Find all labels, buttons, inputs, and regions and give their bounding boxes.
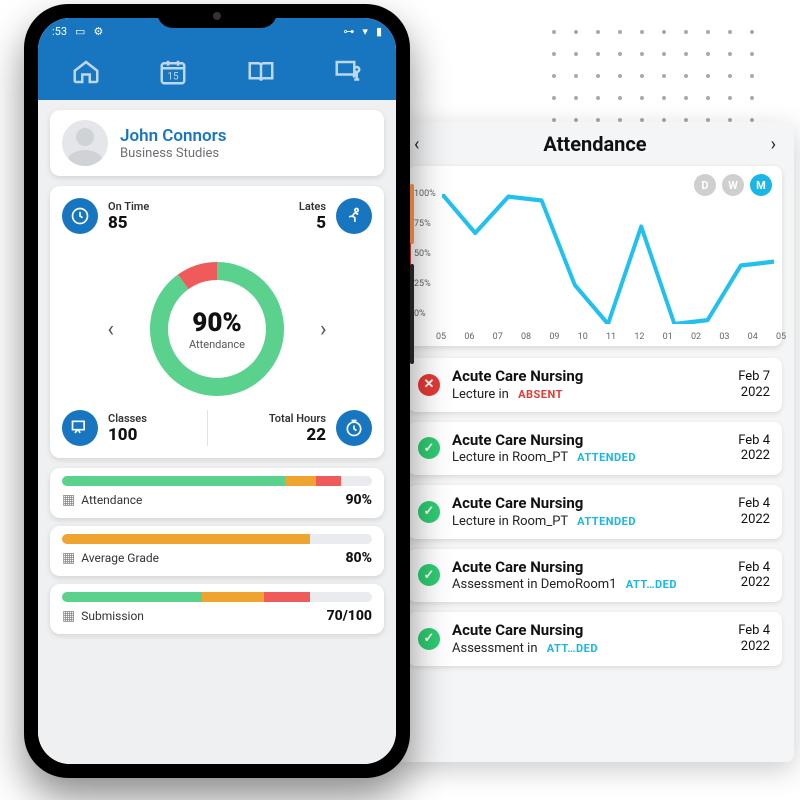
check-icon: ✓: [418, 628, 440, 650]
check-icon: ✓: [418, 437, 440, 459]
attendance-record[interactable]: ✓ Acute Care NursingLecture in Room_PT AT…: [408, 422, 782, 476]
chip-w[interactable]: W: [722, 174, 744, 196]
hours-value: 22: [269, 425, 326, 445]
profile-card: John Connors Business Studies: [50, 110, 384, 176]
check-icon: ✓: [418, 501, 440, 523]
chip-d[interactable]: D: [694, 174, 716, 196]
hours-label: Total Hours: [269, 412, 326, 425]
record-date: Feb 42022: [714, 623, 770, 654]
student-name: John Connors: [120, 126, 227, 146]
record-sub: Assessment in DemoRoom1 ATT…DED: [452, 577, 702, 592]
classes-value: 100: [108, 425, 147, 445]
gear-icon: ⚙: [93, 25, 103, 38]
home-icon[interactable]: [65, 53, 107, 91]
next-chart[interactable]: ›: [320, 317, 327, 342]
bar-icon: ▦: [62, 550, 75, 566]
bar-value: 70/100: [327, 608, 372, 624]
board-icon: [62, 410, 98, 446]
record-title: Acute Care Nursing: [452, 559, 702, 576]
bar-value: 90%: [345, 492, 372, 508]
bar-value: 80%: [345, 550, 372, 566]
running-icon: [336, 198, 372, 234]
lates-value: 5: [299, 213, 326, 233]
record-tag: ATTENDED: [577, 515, 636, 528]
attendance-records: ✕ Acute Care Nursing Lecture in ABSENT Feb …: [396, 356, 794, 688]
bar-card: ▦Average Grade 80%: [50, 526, 384, 576]
bar-label: ▦Submission: [62, 608, 144, 624]
timer-icon: [336, 410, 372, 446]
attendance-record[interactable]: ✓ Acute Care Nursing Lecture in Room_PT AT…: [408, 485, 782, 539]
student-course: Business Studies: [120, 146, 227, 161]
prev-icon[interactable]: ‹: [414, 134, 419, 155]
record-title: Acute Care Nursing: [452, 432, 702, 449]
power-button: [410, 184, 414, 244]
chart-plot: [442, 194, 774, 324]
record-sub: Assessment in ATT…DED: [452, 641, 702, 656]
donut-percent: 90%: [192, 308, 241, 338]
signal-icon: ▮: [376, 25, 382, 38]
book-icon[interactable]: [240, 53, 282, 91]
phone-screen: :53 ▭ ⚙ ⊶ ▾ ▮ 15 John Connors Business S…: [38, 18, 396, 764]
attendance-donut: 90% Attendance: [142, 254, 292, 404]
classes-label: Classes: [108, 412, 147, 425]
record-title: Acute Care Nursing: [452, 368, 702, 385]
ontime-value: 85: [108, 213, 149, 233]
record-sub: Lecture in Room_PT ATTENDED: [452, 514, 702, 529]
battery-icon: ▭: [75, 25, 85, 38]
next-icon[interactable]: ›: [771, 134, 776, 155]
clock-icon: [62, 198, 98, 234]
svg-text:15: 15: [168, 72, 180, 83]
progress-bars: ▦Attendance 90% ▦Average Grade 80% ▦Submissi…: [50, 468, 384, 634]
volume-button: [410, 264, 414, 364]
record-date: Feb 42022: [714, 433, 770, 464]
avatar: [62, 120, 108, 166]
record-sub: Lecture in ABSENT: [452, 387, 702, 402]
record-tag: ABSENT: [518, 388, 563, 401]
bar-icon: ▦: [62, 492, 75, 508]
calendar-icon[interactable]: 15: [152, 53, 194, 91]
attendance-panel: ‹ Attendance › D W M 100%75%50%25%0% 050…: [396, 122, 794, 762]
lates-label: Lates: [299, 200, 326, 213]
device-camera: [213, 12, 221, 20]
record-sub: Lecture in Room_PT ATTENDED: [452, 450, 702, 465]
prev-chart[interactable]: ‹: [107, 317, 114, 342]
panel-title: Attendance: [543, 132, 646, 156]
attendance-chart: D W M 100%75%50%25%0% 050607080910111201…: [408, 166, 782, 346]
device-frame: :53 ▭ ⚙ ⊶ ▾ ▮ 15 John Connors Business S…: [24, 4, 410, 778]
record-date: Feb 72022: [714, 369, 770, 400]
attendance-record[interactable]: ✓ Acute Care NursingAssessment in DemoRoo…: [408, 549, 782, 603]
wifi-icon: ▾: [362, 25, 368, 38]
summary-card: On Time 85 Lates 5 ‹: [50, 186, 384, 458]
record-tag: ATT…DED: [626, 578, 677, 591]
teacher-icon[interactable]: [327, 53, 369, 91]
bar-card: ▦Attendance 90%: [50, 468, 384, 518]
record-title: Acute Care Nursing: [452, 495, 702, 512]
record-date: Feb 42022: [714, 560, 770, 591]
vpn-icon: ⊶: [343, 25, 354, 38]
chip-m[interactable]: M: [750, 174, 772, 196]
donut-label: Attendance: [189, 338, 245, 351]
period-chips: D W M: [694, 174, 772, 196]
attendance-record[interactable]: ✕ Acute Care Nursing Lecture in ABSENT Feb …: [408, 358, 782, 412]
attendance-record[interactable]: ✓ Acute Care Nursing Assessment in ATT…DED…: [408, 612, 782, 666]
bar-card: ▦Submission 70/100: [50, 584, 384, 634]
record-tag: ATT…DED: [547, 642, 598, 655]
tab-bar: 15: [38, 44, 396, 100]
bar-icon: ▦: [62, 608, 75, 624]
record-title: Acute Care Nursing: [452, 622, 702, 639]
ontime-label: On Time: [108, 200, 149, 213]
check-icon: ✓: [418, 564, 440, 586]
bar-label: ▦Attendance: [62, 492, 142, 508]
close-icon: ✕: [418, 374, 440, 396]
record-tag: ATTENDED: [577, 451, 636, 464]
clock: :53: [52, 25, 67, 38]
record-date: Feb 42022: [714, 496, 770, 527]
bar-label: ▦Average Grade: [62, 550, 159, 566]
